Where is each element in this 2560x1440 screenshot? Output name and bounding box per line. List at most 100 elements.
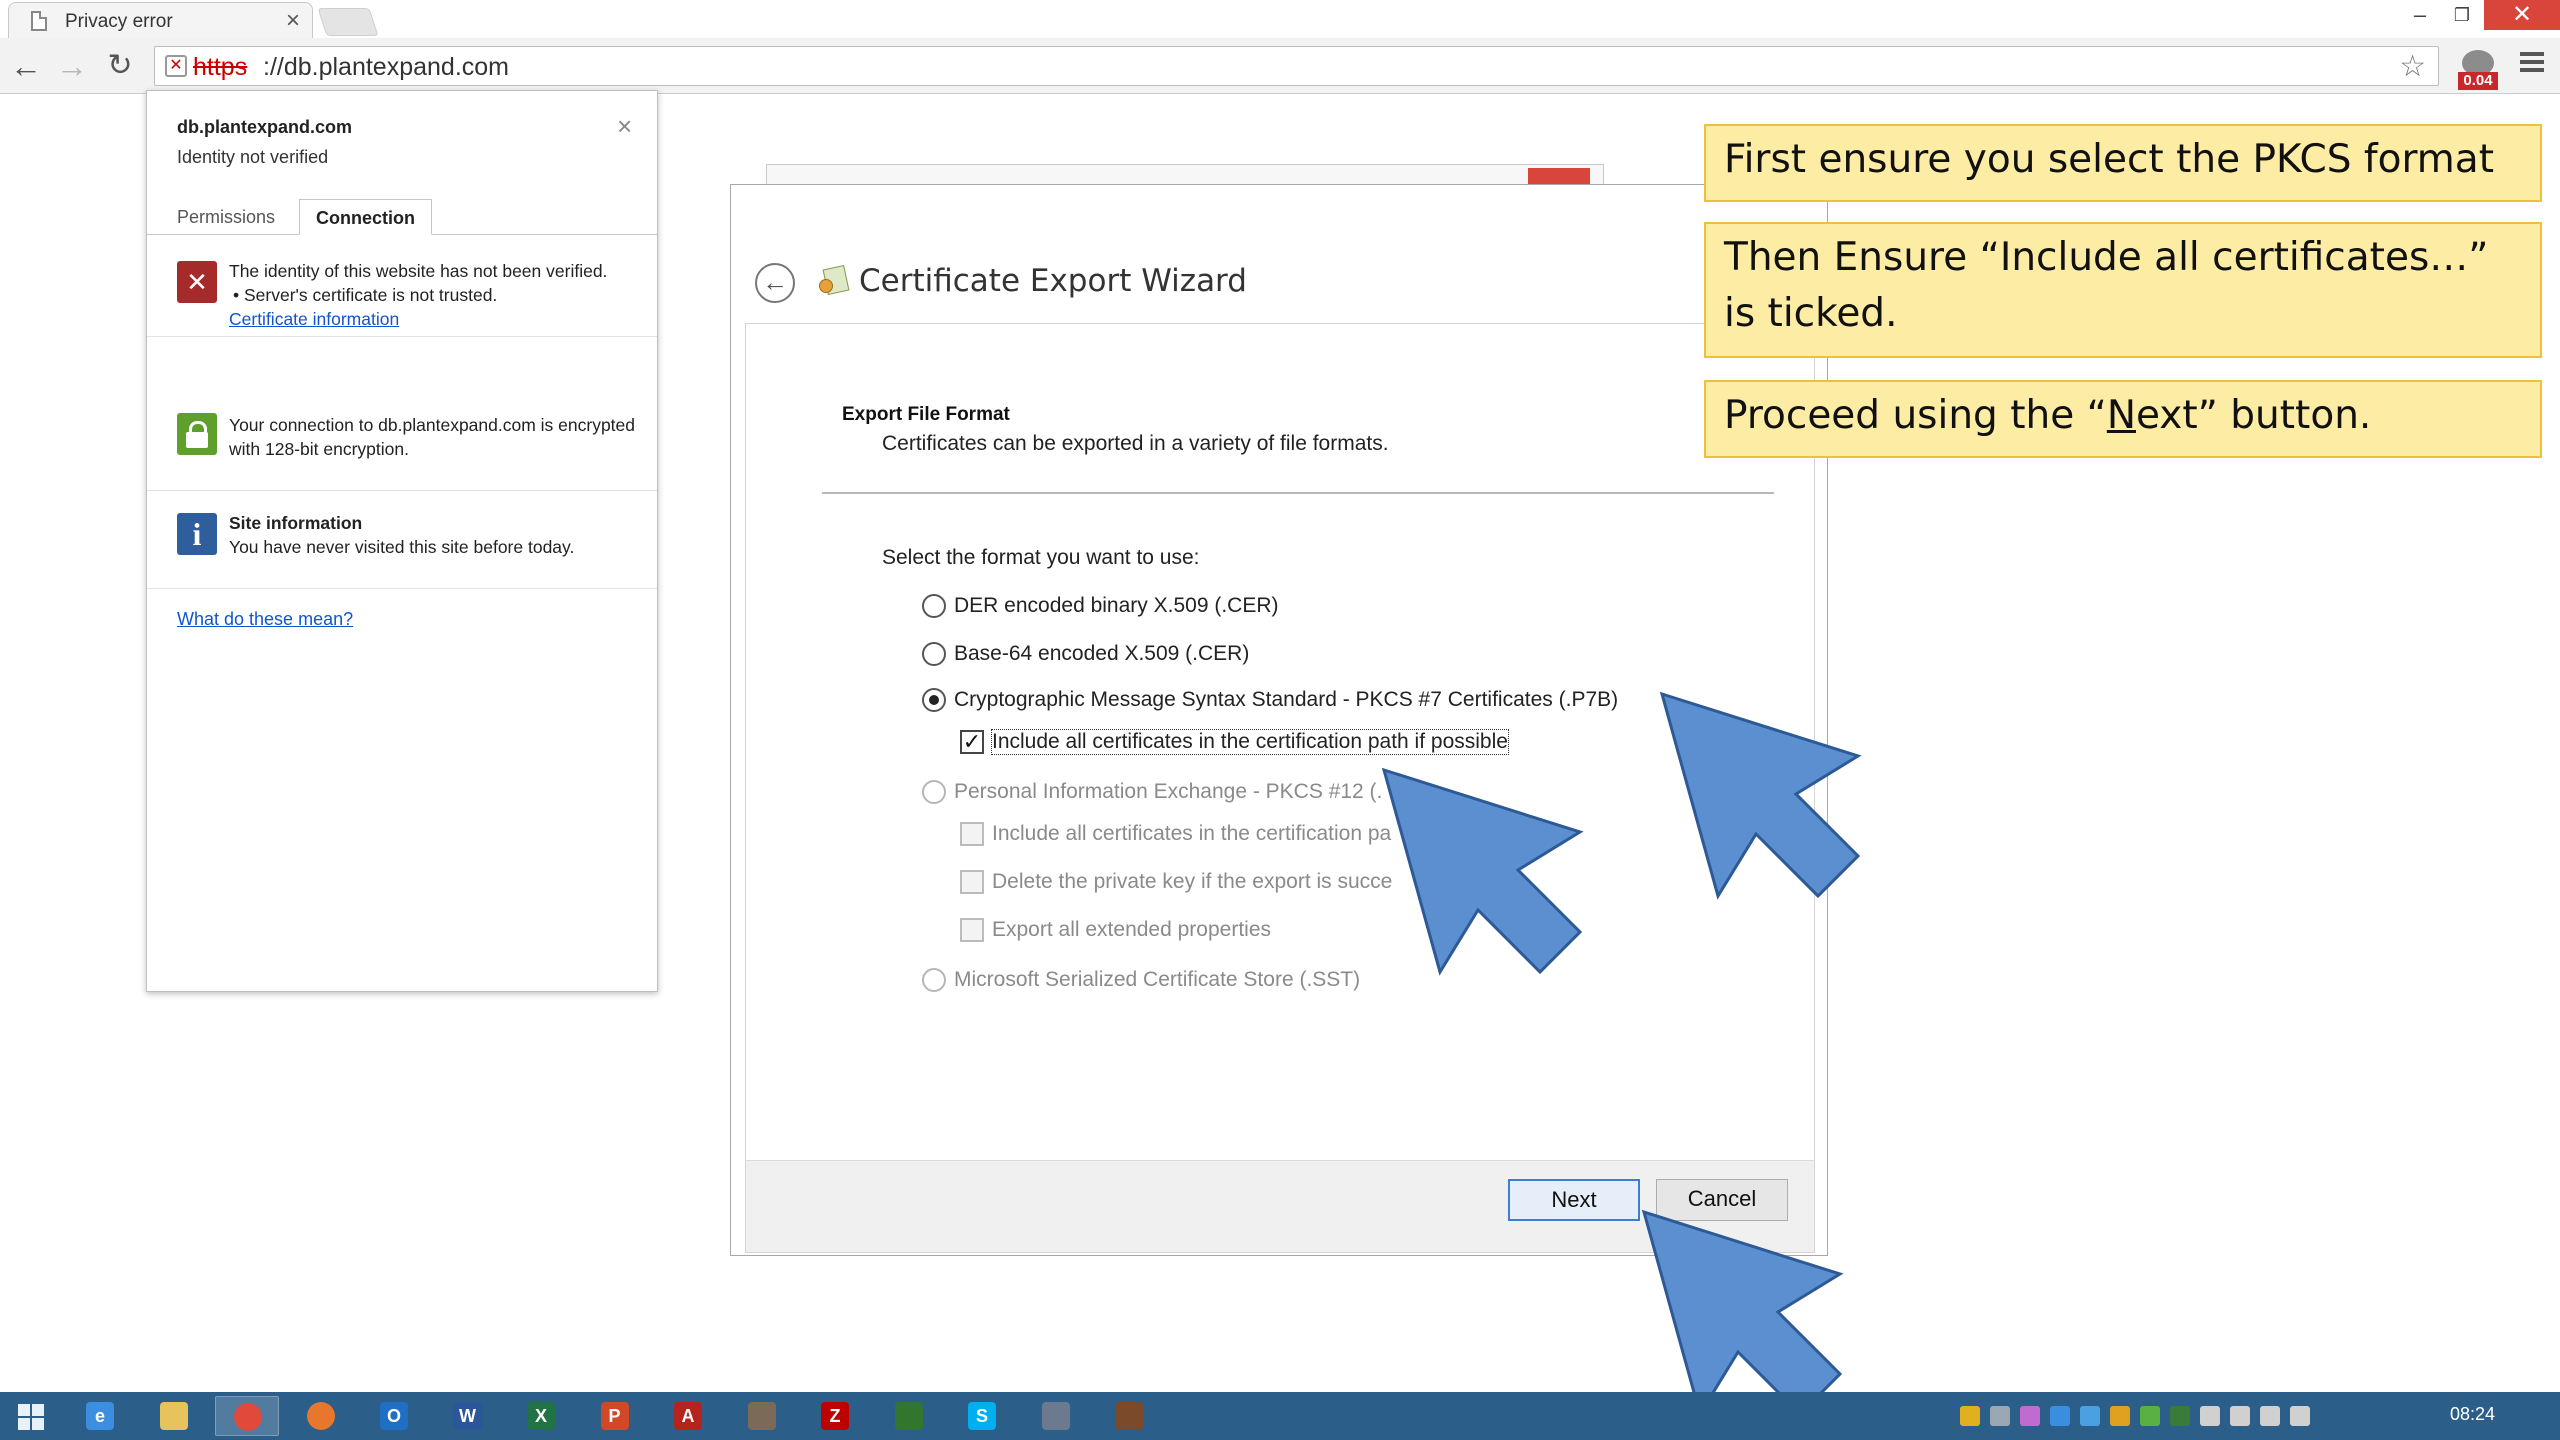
internet-explorer-glyph: e bbox=[86, 1402, 114, 1430]
tab-connection[interactable]: Connection bbox=[299, 199, 432, 235]
page-icon bbox=[31, 11, 47, 31]
extension-icon[interactable]: 0.04 bbox=[2458, 50, 2498, 90]
tray-icon-5[interactable] bbox=[2080, 1406, 2100, 1426]
project-glyph bbox=[894, 1402, 923, 1430]
help-link[interactable]: What do these mean? bbox=[177, 609, 353, 630]
start-windows-icon[interactable] bbox=[18, 1404, 44, 1430]
lock-icon bbox=[177, 413, 217, 455]
certificate-information-link[interactable]: Certificate information bbox=[229, 307, 639, 331]
outlook-glyph: O bbox=[380, 1402, 408, 1430]
option-der-label[interactable]: DER encoded binary X.509 (.CER) bbox=[954, 594, 1279, 618]
connection-text: Your connection to db.plantexpand.com is… bbox=[229, 415, 636, 459]
wizard-panel: Export File Format Certificates can be e… bbox=[745, 323, 1815, 1253]
callout-next-prefix: Proceed using the “ bbox=[1724, 393, 2107, 438]
tray-icon-7[interactable] bbox=[2140, 1406, 2160, 1426]
acrobat-glyph: A bbox=[674, 1402, 702, 1430]
tray-icon-9[interactable] bbox=[2200, 1406, 2220, 1426]
taskbar-word-icon[interactable]: W bbox=[436, 1396, 500, 1436]
taskbar-filezilla-icon[interactable]: Z bbox=[803, 1396, 867, 1436]
site-domain: db.plantexpand.com bbox=[177, 117, 353, 137]
divider bbox=[822, 492, 1774, 494]
back-button[interactable]: ← bbox=[755, 263, 795, 303]
tray-icon-4[interactable] bbox=[2050, 1406, 2070, 1426]
option-pkcs7-label[interactable]: Cryptographic Message Syntax Standard - … bbox=[954, 688, 1618, 712]
reload-icon[interactable]: ↻ bbox=[102, 46, 138, 86]
browser-toolbar: ← → ↻ ✕ https ://db.plantexpand.com ☆ 0.… bbox=[0, 38, 2560, 94]
taskbar-gimp-icon[interactable] bbox=[730, 1396, 794, 1436]
tray-icon-2[interactable] bbox=[1990, 1406, 2010, 1426]
taskbar-project-icon[interactable] bbox=[877, 1396, 941, 1436]
site-information-text: Site information You have never visited … bbox=[229, 511, 639, 559]
cancel-button[interactable]: Cancel bbox=[1656, 1179, 1788, 1221]
taskbar-powerpoint-icon[interactable]: P bbox=[583, 1396, 647, 1436]
tray-icon-3[interactable] bbox=[2020, 1406, 2040, 1426]
close-icon[interactable]: × bbox=[617, 111, 632, 142]
option-sst-label: Microsoft Serialized Certificate Store (… bbox=[954, 968, 1361, 991]
include-all-pkcs12-label: Include all certificates in the certific… bbox=[992, 822, 1392, 845]
taskbar-excel-icon[interactable]: X bbox=[509, 1396, 573, 1436]
taskbar-firefox-icon[interactable] bbox=[289, 1396, 353, 1436]
extension-badge: 0.04 bbox=[2458, 72, 2498, 90]
option-base64-label[interactable]: Base-64 encoded X.509 (.CER) bbox=[954, 642, 1249, 666]
taskbar-outlook-icon[interactable]: O bbox=[362, 1396, 426, 1436]
taskbar-file-explorer-icon[interactable] bbox=[142, 1396, 206, 1436]
bookmark-star-icon[interactable]: ☆ bbox=[2399, 49, 2426, 84]
option-pkcs12-label: Personal Information Exchange - PKCS #12… bbox=[954, 780, 1383, 803]
back-arrow-icon[interactable]: ← bbox=[8, 46, 44, 86]
radio-pkcs7[interactable] bbox=[922, 688, 946, 712]
firefox-glyph bbox=[306, 1402, 335, 1430]
tab-permissions[interactable]: Permissions bbox=[161, 199, 291, 235]
new-tab-button[interactable] bbox=[317, 8, 379, 36]
menu-icon[interactable] bbox=[2520, 52, 2544, 76]
gimp-glyph bbox=[747, 1402, 776, 1430]
maximize-button[interactable]: ❐ bbox=[2442, 0, 2482, 30]
include-all-pkcs7-label[interactable]: Include all certificates in the certific… bbox=[991, 729, 1509, 755]
skype-glyph: S bbox=[968, 1402, 996, 1430]
callout-next-button: Proceed using the “Next” button. bbox=[1704, 380, 2542, 458]
taskbar-internet-explorer-icon[interactable]: e bbox=[68, 1396, 132, 1436]
info-icon: i bbox=[177, 513, 217, 555]
site-information-title: Site information bbox=[229, 513, 363, 533]
tray-icon-11[interactable] bbox=[2260, 1406, 2280, 1426]
checkbox-include-all-pkcs7[interactable]: ✓ bbox=[960, 730, 984, 754]
certificate-export-wizard: ← Certificate Export Wizard Export File … bbox=[730, 184, 1828, 1256]
taskbar-acrobat-icon[interactable]: A bbox=[656, 1396, 720, 1436]
taskbar-certificate-manager-icon[interactable] bbox=[1024, 1396, 1088, 1436]
tray-icon-8[interactable] bbox=[2170, 1406, 2190, 1426]
taskbar-media-app-icon[interactable] bbox=[1097, 1396, 1161, 1436]
url-scheme: https bbox=[193, 53, 248, 81]
connection-section: Your connection to db.plantexpand.com is… bbox=[147, 389, 657, 491]
callout-include-certificates: Then Ensure “Include all certificates…” … bbox=[1704, 222, 2542, 358]
tray-icon-12[interactable] bbox=[2290, 1406, 2310, 1426]
next-button[interactable]: Next bbox=[1508, 1179, 1640, 1221]
tab-close-icon[interactable]: × bbox=[286, 7, 300, 35]
browser-tab[interactable]: Privacy error × bbox=[8, 2, 313, 38]
certificate-icon bbox=[819, 264, 851, 296]
taskbar-chrome-icon[interactable] bbox=[215, 1396, 279, 1436]
radio-der[interactable] bbox=[922, 594, 946, 618]
taskbar-skype-icon[interactable]: S bbox=[950, 1396, 1014, 1436]
callout-next-suffix: ext” button. bbox=[2136, 393, 2372, 438]
format-prompt: Select the format you want to use: bbox=[882, 546, 1200, 569]
radio-sst bbox=[922, 968, 946, 992]
word-glyph: W bbox=[453, 1402, 482, 1430]
site-info-popup: db.plantexpand.com Identity not verified… bbox=[146, 90, 658, 992]
tray-icon-10[interactable] bbox=[2230, 1406, 2250, 1426]
identity-warning-icon: ✕ bbox=[177, 261, 217, 303]
export-extended-label: Export all extended properties bbox=[992, 918, 1271, 941]
minimize-button[interactable]: – bbox=[2400, 0, 2440, 30]
checkbox-export-extended bbox=[960, 918, 984, 942]
chrome-glyph bbox=[234, 1403, 262, 1431]
tray-icon-6[interactable] bbox=[2110, 1406, 2130, 1426]
tray-icon-1[interactable] bbox=[1960, 1406, 1980, 1426]
radio-base64[interactable] bbox=[922, 642, 946, 666]
address-bar[interactable]: ✕ https ://db.plantexpand.com ☆ bbox=[154, 46, 2439, 86]
file-explorer-glyph bbox=[159, 1402, 188, 1430]
window-close-button[interactable]: ✕ bbox=[2484, 0, 2560, 30]
forward-arrow-icon[interactable]: → bbox=[54, 46, 90, 86]
identity-line-2: • Server's certificate is not trusted. bbox=[233, 285, 498, 305]
insecure-lock-icon[interactable]: ✕ bbox=[165, 55, 187, 77]
tab-strip: Privacy error × – ❐ ✕ bbox=[0, 0, 2560, 38]
checkbox-include-all-pkcs12 bbox=[960, 822, 984, 846]
site-info-tabs: Permissions Connection bbox=[147, 199, 657, 235]
